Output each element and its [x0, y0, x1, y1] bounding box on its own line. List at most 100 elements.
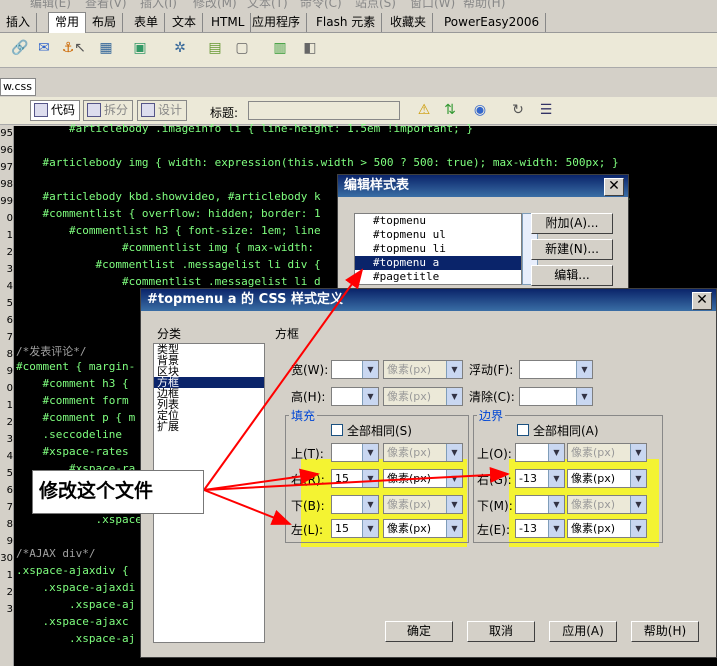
- style-list-item[interactable]: #topmenu li: [355, 242, 521, 256]
- validate-icon[interactable]: ⚠: [414, 100, 434, 120]
- close-icon[interactable]: ✕: [604, 178, 624, 196]
- split-view-button[interactable]: 拆分: [83, 100, 134, 121]
- menu-item[interactable]: 修改(M): [193, 0, 237, 10]
- code-line: #comment { margin-: [16, 360, 136, 373]
- new-button[interactable]: 新建(N)...: [531, 239, 613, 260]
- image-icon[interactable]: ▣: [130, 38, 150, 58]
- menu-item[interactable]: 命令(C): [300, 0, 342, 10]
- menu-item[interactable]: 窗口(W): [410, 0, 455, 10]
- insert-tab[interactable]: Flash 元素: [310, 13, 383, 32]
- margin-same-checkbox[interactable]: [517, 424, 529, 436]
- template-icon[interactable]: ▥: [270, 38, 290, 58]
- style-list-item[interactable]: #topmenu a: [355, 256, 521, 270]
- insert-tab[interactable]: 布局: [86, 13, 124, 32]
- menu-item[interactable]: 站点(S): [355, 0, 396, 10]
- padding-left-unit[interactable]: 像素(px) ▼: [383, 519, 463, 538]
- menu-item[interactable]: 插入(I): [140, 0, 177, 10]
- tag-chooser-icon[interactable]: ◧: [300, 38, 320, 58]
- margin-top-unit[interactable]: 像素(px) ▼: [567, 443, 647, 462]
- margin-top-label: 上(O):: [477, 447, 512, 461]
- style-list-item[interactable]: #topmenu: [355, 214, 521, 228]
- line-number: 9: [6, 536, 13, 547]
- insert-tab[interactable]: HTML: [205, 13, 252, 32]
- line-number: 1: [6, 230, 13, 241]
- close-icon[interactable]: ✕: [692, 292, 712, 310]
- insert-tab[interactable]: 文本: [166, 13, 204, 32]
- padding-bottom-label: 下(B):: [291, 499, 325, 513]
- category-item[interactable]: 扩展: [154, 421, 264, 432]
- insert-tab[interactable]: PowerEasy2006: [438, 13, 547, 32]
- padding-top-select[interactable]: ▼: [331, 443, 379, 462]
- file-transfer-icon[interactable]: ⇅: [440, 100, 460, 120]
- margin-right-unit[interactable]: 像素(px) ▼: [567, 469, 647, 488]
- menu-item[interactable]: 文本(T): [247, 0, 288, 10]
- help-button[interactable]: 帮助(H): [631, 621, 699, 642]
- preview-browser-icon[interactable]: ◉: [470, 100, 490, 120]
- title-input[interactable]: [248, 101, 400, 120]
- margin-left-unit[interactable]: 像素(px) ▼: [567, 519, 647, 538]
- cursor-icon: ↖: [74, 40, 86, 56]
- insert-tab[interactable]: 应用程序: [246, 13, 308, 32]
- design-view-button[interactable]: 设计: [137, 100, 188, 121]
- margin-right-select[interactable]: -13 ▼: [515, 469, 565, 488]
- style-list[interactable]: #topmenu #topmenu ul #topmenu li #topmenu a…: [354, 213, 522, 285]
- cancel-button[interactable]: 取消: [467, 621, 535, 642]
- edit-button[interactable]: 编辑...: [531, 265, 613, 286]
- media-icon[interactable]: ✲: [170, 38, 190, 58]
- height-unit-select[interactable]: 像素(px) ▼: [383, 387, 463, 406]
- section-title: 方框: [275, 327, 300, 341]
- margin-bottom-select[interactable]: ▼: [515, 495, 565, 514]
- code-line: #comment p { m: [16, 411, 136, 424]
- float-select[interactable]: ▼: [519, 360, 593, 379]
- ok-button[interactable]: 确定: [385, 621, 453, 642]
- float-label: 浮动(F):: [469, 363, 514, 377]
- height-label: 高(H):: [291, 390, 326, 404]
- line-number: 3: [6, 264, 13, 275]
- apply-button[interactable]: 应用(A): [549, 621, 617, 642]
- padding-same-checkbox[interactable]: [331, 424, 343, 436]
- clear-label: 清除(C):: [469, 390, 515, 404]
- menu-item[interactable]: 帮助(H): [463, 0, 505, 10]
- split-view-icon: [87, 103, 101, 117]
- height-select[interactable]: ▼: [331, 387, 379, 406]
- insert-tab[interactable]: 常用: [48, 12, 87, 33]
- code-line: #commentlist .messagelist li d: [16, 275, 321, 288]
- margin-bottom-unit[interactable]: 像素(px) ▼: [567, 495, 647, 514]
- file-tab[interactable]: w.css: [0, 78, 36, 96]
- padding-title: 填充: [289, 407, 318, 424]
- line-number: 99: [0, 196, 13, 207]
- clear-select[interactable]: ▼: [519, 387, 593, 406]
- padding-bottom-unit[interactable]: 像素(px) ▼: [383, 495, 463, 514]
- menu-item[interactable]: 查看(V): [85, 0, 127, 10]
- padding-right-select[interactable]: 15 ▼: [331, 469, 379, 488]
- style-list-item[interactable]: #topmenu ul: [355, 228, 521, 242]
- view-options-icon[interactable]: ☰: [536, 100, 556, 120]
- refresh-icon[interactable]: ↻: [508, 100, 528, 120]
- code-view-button[interactable]: 代码: [30, 100, 81, 121]
- padding-left-select[interactable]: 15 ▼: [331, 519, 379, 538]
- padding-top-unit[interactable]: 像素(px) ▼: [383, 443, 463, 462]
- attach-button[interactable]: 附加(A)...: [531, 213, 613, 234]
- comment-icon[interactable]: ▢: [232, 38, 252, 58]
- line-number-gutter: 95 96 97 98 99 0 1 2 3 4 5 6 7 8 9 0 1 2 3 4 5 6 7 8 9 30 1 2 3: [0, 126, 14, 666]
- padding-right-label: 右(R):: [291, 473, 325, 487]
- insert-tab[interactable]: 表单: [128, 13, 166, 32]
- insert-tab[interactable]: 插入: [0, 13, 38, 32]
- padding-bottom-select[interactable]: ▼: [331, 495, 379, 514]
- table-icon[interactable]: ▦: [96, 38, 116, 58]
- padding-right-unit[interactable]: 像素(px) ▼: [383, 469, 463, 488]
- email-link-icon[interactable]: ✉: [34, 38, 54, 58]
- style-list-item[interactable]: #pagetitle: [355, 270, 521, 284]
- insert-bar: 插入 常用 布局 表单 文本 HTML 应用程序 Flash 元素 收藏夹 PowerEasy20…: [0, 11, 717, 33]
- padding-top-label: 上(T):: [291, 447, 324, 461]
- width-select[interactable]: ▼: [331, 360, 379, 379]
- margin-top-select[interactable]: ▼: [515, 443, 565, 462]
- line-number: 1: [6, 400, 13, 411]
- width-unit-select[interactable]: 像素(px) ▼: [383, 360, 463, 379]
- insert-tab[interactable]: 收藏夹: [384, 13, 434, 32]
- margin-left-select[interactable]: -13 ▼: [515, 519, 565, 538]
- line-number: 3: [6, 434, 13, 445]
- hyperlink-icon[interactable]: 🔗: [10, 38, 30, 58]
- menu-item[interactable]: 编辑(E): [30, 0, 71, 10]
- date-icon[interactable]: ▤: [205, 38, 225, 58]
